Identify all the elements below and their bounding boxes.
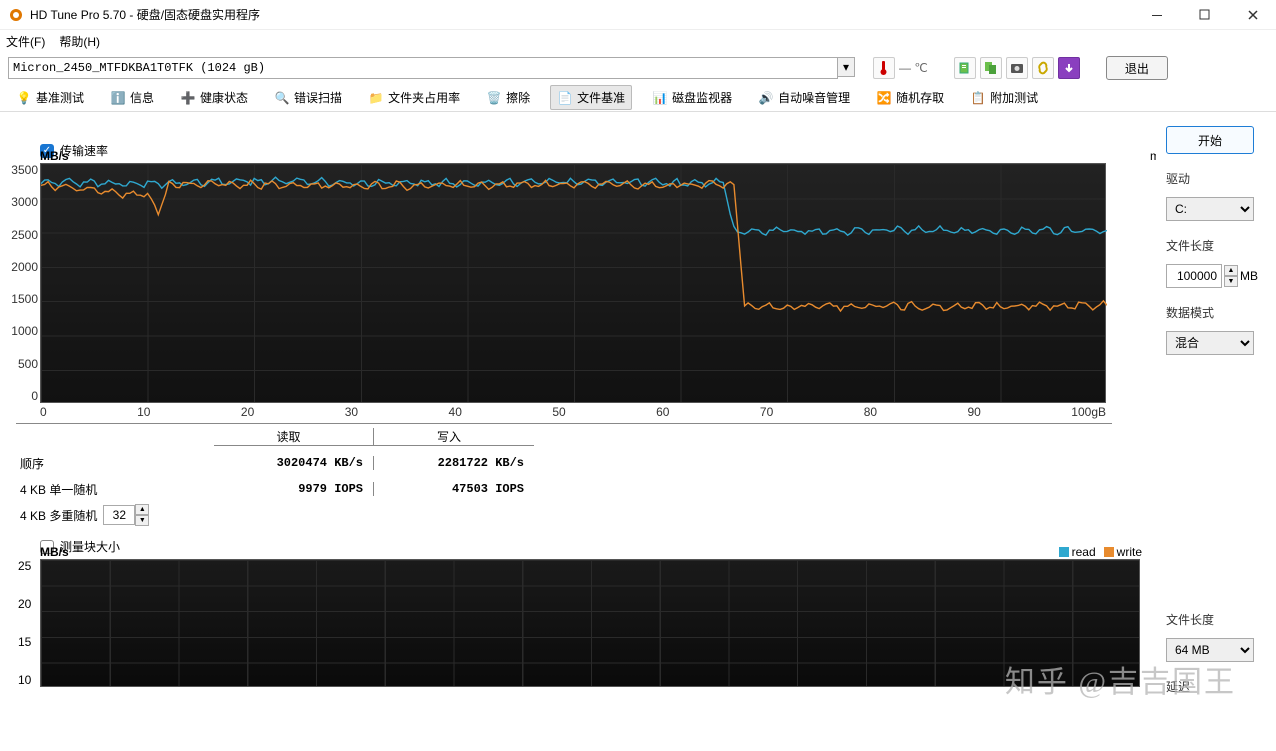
temperature-value: — ℃ [899, 61, 928, 75]
start-button[interactable]: 开始 [1166, 126, 1254, 154]
screenshot-icon[interactable] [1006, 57, 1028, 79]
header-read: 读取 [214, 428, 374, 446]
menubar: 文件(F) 帮助(H) [0, 30, 1276, 52]
row-sequential-label: 顺序 [16, 455, 214, 472]
tab-folder-usage[interactable]: 📁文件夹占用率 [362, 86, 466, 109]
legend-write-swatch [1104, 547, 1114, 557]
menu-file[interactable]: 文件(F) [6, 33, 45, 50]
copy-all-icon[interactable] [980, 57, 1002, 79]
queue-down[interactable]: ▼ [135, 515, 149, 526]
menu-help[interactable]: 帮助(H) [59, 33, 100, 50]
exit-button[interactable]: 退出 [1106, 56, 1168, 80]
legend-2: read write [1059, 545, 1142, 559]
data-mode-label: 数据模式 [1166, 304, 1266, 321]
results-table: 读取 写入 顺序 3020474 KB/s 2281722 KB/s 4 KB … [16, 423, 1112, 528]
random-icon: 🔀 [876, 90, 892, 106]
tab-random-access[interactable]: 🔀随机存取 [870, 86, 950, 109]
data-mode-select[interactable]: 混合 [1166, 331, 1254, 355]
tab-benchmark[interactable]: 💡基准测试 [10, 86, 90, 109]
link-icon[interactable] [1032, 57, 1054, 79]
row-4k-multi-label: 4 KB 多重随机 [20, 507, 97, 524]
block-size-chart [40, 559, 1140, 687]
title-text: HD Tune Pro 5.70 - 硬盘/固态硬盘实用程序 [30, 6, 1142, 23]
titlebar: HD Tune Pro 5.70 - 硬盘/固态硬盘实用程序 [0, 0, 1276, 30]
block-size-label: 测量块大小 [60, 538, 120, 555]
trash-icon: 🗑️ [486, 90, 502, 106]
drive-select-arrow[interactable]: ▾ [837, 57, 855, 77]
tab-bar: 💡基准测试 ℹ️信息 ➕健康状态 🔍错误扫描 📁文件夹占用率 🗑️擦除 📄文件基… [0, 84, 1276, 112]
row-sequential-read: 3020474 KB/s [214, 456, 374, 470]
tab-health[interactable]: ➕健康状态 [174, 86, 254, 109]
close-button[interactable] [1238, 5, 1268, 25]
app-icon [8, 7, 24, 23]
queue-up[interactable]: ▲ [135, 504, 149, 515]
row-4k-single-read: 9979 IOPS [214, 482, 374, 496]
watermark: 知乎 @吉吉国王 [1005, 657, 1156, 701]
file-length-label-2: 文件长度 [1166, 611, 1266, 628]
sound-icon: 🔊 [758, 90, 774, 106]
tab-info[interactable]: ℹ️信息 [104, 86, 160, 109]
row-4k-single-write: 47503 IOPS [374, 482, 534, 496]
maximize-button[interactable] [1190, 5, 1220, 25]
x-axis: 0102030405060708090100gB [40, 405, 1106, 419]
y-axis-left-2: 25201510 [18, 559, 31, 687]
filelen-up[interactable]: ▲ [1224, 265, 1238, 276]
y-axis-left: 3500300025002000150010005000 [6, 163, 38, 403]
transfer-chart [40, 163, 1106, 403]
file-length-unit: MB [1240, 269, 1258, 283]
drive-letter-select[interactable]: C: [1166, 197, 1254, 221]
tab-error-scan[interactable]: 🔍错误扫描 [268, 86, 348, 109]
copy-text-icon[interactable] [954, 57, 976, 79]
tab-erase[interactable]: 🗑️擦除 [480, 86, 536, 109]
tab-extra-tests[interactable]: 📋附加测试 [964, 86, 1044, 109]
tab-aam[interactable]: 🔊自动噪音管理 [752, 86, 856, 109]
sidebar: 开始 驱动 C: 文件长度 ▲▼ MB 数据模式 混合 文件长度 64 MB 延… [1156, 112, 1276, 751]
lightbulb-icon: 💡 [16, 90, 32, 106]
filelen-down[interactable]: ▼ [1224, 276, 1238, 287]
queue-depth-input[interactable] [103, 505, 135, 525]
y-axis-left-label: MB/s [40, 149, 69, 163]
y-axis-right-label: ms [1150, 149, 1156, 163]
thermometer-icon [873, 57, 895, 79]
health-icon: ➕ [180, 90, 196, 106]
y-axis-left-label-2: MB/s [40, 545, 69, 559]
legend-read-swatch [1059, 547, 1069, 557]
file-length-label: 文件长度 [1166, 237, 1266, 254]
minimize-button[interactable] [1142, 5, 1172, 25]
tab-disk-monitor[interactable]: 📊磁盘监视器 [646, 86, 738, 109]
search-icon: 🔍 [274, 90, 290, 106]
folder-icon: 📁 [368, 90, 384, 106]
save-icon[interactable] [1058, 57, 1080, 79]
monitor-icon: 📊 [652, 90, 668, 106]
drive-select[interactable] [8, 57, 838, 79]
tab-file-benchmark[interactable]: 📄文件基准 [550, 85, 632, 110]
drive-label: 驱动 [1166, 170, 1266, 187]
header-write: 写入 [374, 428, 534, 446]
info-icon: ℹ️ [110, 90, 126, 106]
row-sequential-write: 2281722 KB/s [374, 456, 534, 470]
toolbar: ▾ — ℃ 退出 [0, 52, 1276, 84]
row-4k-single-label: 4 KB 单一随机 [16, 481, 214, 498]
file-icon: 📄 [557, 90, 573, 106]
clipboard-icon: 📋 [970, 90, 986, 106]
file-length-input[interactable] [1166, 264, 1222, 288]
